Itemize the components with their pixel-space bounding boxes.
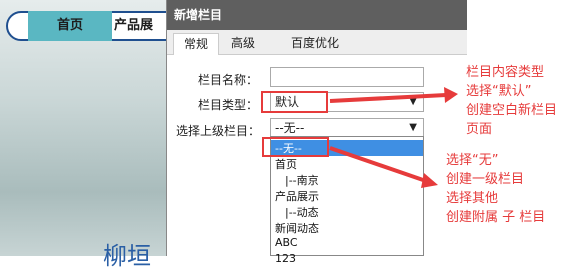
type-note-line: 创建空白新栏目 <box>466 103 558 118</box>
parent-note-line: 选择“无” <box>446 153 499 168</box>
type-annotation: 栏目内容类型 选择“默认” 创建空白新栏目 页面 <box>466 63 557 139</box>
arrow-type-head <box>444 87 458 103</box>
parent-note-line: 选择其他 <box>446 191 499 206</box>
arrow-none-head <box>421 173 438 188</box>
type-note-line: 页面 <box>466 122 493 137</box>
parent-annotation: 选择“无” 创建一级栏目 选择其他 创建附属 子 栏目 <box>446 151 545 227</box>
arrow-type-line <box>329 93 447 103</box>
arrow-none-line <box>329 146 427 183</box>
type-note-line: 选择“默认” <box>466 84 532 99</box>
parent-note-line: 创建附属 子 栏目 <box>446 210 546 225</box>
type-note-line: 栏目内容类型 <box>466 65 545 80</box>
parent-note-line: 创建一级栏目 <box>446 172 525 187</box>
